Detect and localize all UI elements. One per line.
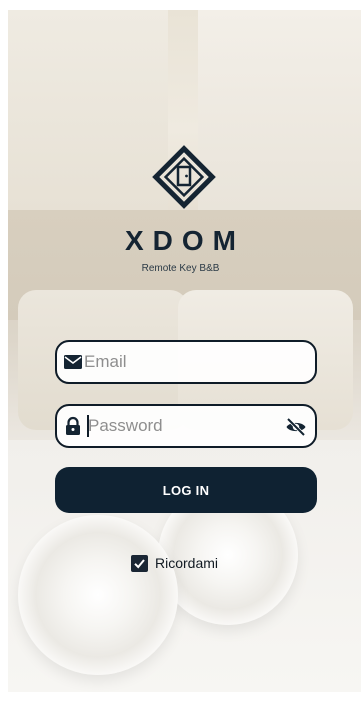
- brand-tagline: Remote Key B&B: [141, 263, 220, 274]
- remember-checkbox[interactable]: [131, 554, 148, 572]
- brand-name: XDOM: [125, 225, 245, 256]
- remember-label: Ricordami: [155, 555, 219, 571]
- email-field[interactable]: [55, 340, 317, 384]
- password-input[interactable]: [88, 412, 288, 440]
- password-field[interactable]: [55, 404, 317, 448]
- eye-off-icon[interactable]: [285, 417, 307, 437]
- email-input[interactable]: [84, 348, 284, 376]
- login-screen: XDOM Remote Key B&B LOG IN: [0, 0, 361, 707]
- door-diamond-icon: [152, 145, 216, 209]
- login-button[interactable]: LOG IN: [55, 467, 317, 513]
- envelope-icon: [64, 355, 82, 369]
- lock-icon: [66, 416, 80, 435]
- remember-me[interactable]: Ricordami: [131, 553, 218, 573]
- checkmark-icon: [134, 558, 145, 568]
